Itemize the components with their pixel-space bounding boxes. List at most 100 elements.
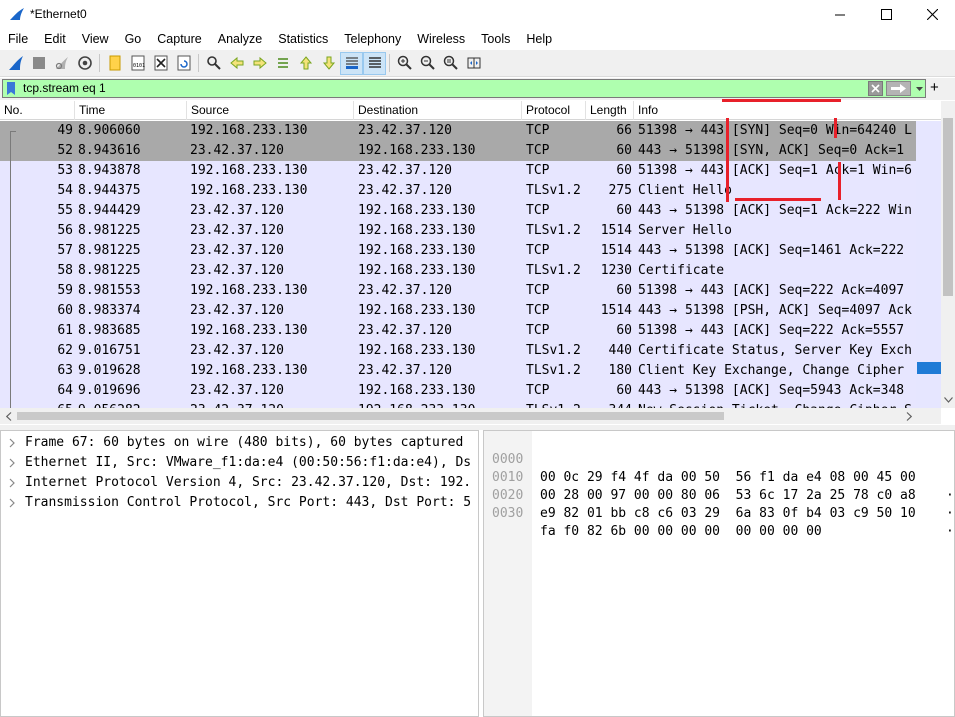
menu-statistics[interactable]: Statistics — [270, 28, 336, 50]
autoscroll-button[interactable] — [340, 51, 363, 75]
menu-view[interactable]: View — [74, 28, 117, 50]
minimize-button[interactable] — [817, 0, 863, 28]
cell-protocol: TLSv1.2 — [526, 223, 581, 238]
save-file-button[interactable]: 0101 — [126, 52, 149, 75]
zoom-in-button[interactable] — [393, 52, 416, 75]
menu-go[interactable]: Go — [117, 28, 150, 50]
apply-filter-icon[interactable] — [886, 81, 911, 96]
close-button[interactable] — [909, 0, 955, 28]
minimize-icon — [834, 14, 845, 15]
close-file-button[interactable] — [149, 52, 172, 75]
detail-row-label: Ethernet II, Src: VMware_f1:da:e4 (00:50… — [25, 455, 472, 470]
clear-filter-icon[interactable] — [868, 81, 883, 96]
packet-row[interactable]: 49 8.906060 192.168.233.130 23.42.37.120 TCP… — [0, 121, 916, 141]
detail-row-tcp[interactable]: Transmission Control Protocol, Src Port:… — [1, 493, 478, 513]
byte-ascii: · — [946, 506, 954, 521]
go-last-button[interactable] — [317, 52, 340, 75]
menu-tools[interactable]: Tools — [473, 28, 518, 50]
byte-row[interactable]: 0010 00 28 00 97 00 00 80 06 53 6c 17 2a… — [484, 451, 954, 521]
scroll-right-arrow[interactable] — [902, 408, 916, 424]
close-file-icon — [154, 55, 167, 71]
column-header-time[interactable]: Time — [75, 101, 187, 120]
detail-row-label: Transmission Control Protocol, Src Port:… — [25, 495, 472, 510]
packet-row[interactable]: 58 8.981225 23.42.37.120 192.168.233.130 TLS… — [0, 261, 916, 281]
capture-options-button[interactable] — [73, 52, 96, 75]
packet-row[interactable]: 55 8.944429 23.42.37.120 192.168.233.130 TCP… — [0, 201, 916, 221]
chevron-right-icon[interactable] — [8, 433, 18, 453]
byte-ascii: · — [946, 488, 954, 503]
zoom-in-icon — [397, 55, 412, 70]
packet-row[interactable]: 62 9.016751 23.42.37.120 192.168.233.130 TLS… — [0, 341, 916, 361]
stop-capture-button[interactable] — [27, 52, 50, 75]
reload-file-button[interactable] — [172, 52, 195, 75]
column-header-info[interactable]: Info — [634, 101, 941, 120]
menu-analyze[interactable]: Analyze — [210, 28, 270, 50]
cell-length: 60 — [616, 203, 632, 218]
open-file-button[interactable] — [103, 52, 126, 75]
cell-protocol: TLSv1.2 — [526, 263, 581, 278]
cell-destination: 192.168.233.130 — [358, 303, 476, 318]
packet-row[interactable]: 63 9.019628 192.168.233.130 23.42.37.120 TLS… — [0, 361, 916, 381]
column-header-destination[interactable]: Destination — [354, 101, 522, 120]
packet-list: No. Time Source Destination Protocol Len… — [0, 101, 955, 425]
cell-source: 23.42.37.120 — [190, 223, 284, 238]
restart-capture-button[interactable] — [50, 52, 73, 75]
find-packet-button[interactable] — [202, 52, 225, 75]
packet-row[interactable]: 56 8.981225 23.42.37.120 192.168.233.130 TLS… — [0, 221, 916, 241]
cell-destination: 23.42.37.120 — [358, 323, 452, 338]
menu-edit[interactable]: Edit — [36, 28, 74, 50]
byte-row[interactable]: 0000 00 0c 29 f4 4f da 00 50 56 f1 da e4… — [484, 433, 954, 503]
column-header-source[interactable]: Source — [187, 101, 354, 120]
packet-row[interactable]: 53 8.943878 192.168.233.130 23.42.37.120 TCP… — [0, 161, 916, 181]
zoom-normal-button[interactable] — [439, 52, 462, 75]
menu-file[interactable]: File — [0, 28, 36, 50]
display-filter-input[interactable] — [23, 80, 843, 97]
packet-row[interactable]: 61 8.983685 192.168.233.130 23.42.37.120 TCP… — [0, 321, 916, 341]
vertical-scroll-thumb[interactable] — [943, 118, 953, 296]
toolbar-separator — [99, 54, 100, 72]
menu-capture[interactable]: Capture — [149, 28, 209, 50]
zoom-out-button[interactable] — [416, 52, 439, 75]
column-header-no[interactable]: No. — [0, 101, 75, 120]
cell-destination: 23.42.37.120 — [358, 283, 452, 298]
chevron-left-icon — [6, 411, 12, 421]
packet-list-header: No. Time Source Destination Protocol Len… — [0, 101, 955, 120]
go-to-packet-button[interactable] — [271, 52, 294, 75]
add-filter-button[interactable]: + — [930, 80, 939, 96]
detail-row-frame[interactable]: Frame 67: 60 bytes on wire (480 bits), 6… — [1, 433, 478, 453]
menu-telephony[interactable]: Telephony — [336, 28, 409, 50]
maximize-button[interactable] — [863, 0, 909, 28]
cell-length: 60 — [616, 283, 632, 298]
cell-protocol: TCP — [526, 243, 550, 258]
cell-destination: 23.42.37.120 — [358, 183, 452, 198]
detail-row-ipv4[interactable]: Internet Protocol Version 4, Src: 23.42.… — [1, 473, 478, 493]
cell-time: 8.981225 — [78, 243, 141, 258]
packet-row[interactable]: 52 8.943616 23.42.37.120 192.168.233.130 TCP… — [0, 141, 916, 161]
column-header-protocol[interactable]: Protocol — [522, 101, 586, 120]
packet-row[interactable]: 60 8.983374 23.42.37.120 192.168.233.130 TCP… — [0, 301, 916, 321]
colorize-button[interactable] — [363, 51, 386, 75]
menu-wireless[interactable]: Wireless — [409, 28, 473, 50]
scroll-down-arrow[interactable] — [941, 392, 955, 408]
packet-row[interactable]: 57 8.981225 23.42.37.120 192.168.233.130 TCP… — [0, 241, 916, 261]
chevron-right-icon[interactable] — [8, 493, 18, 513]
detail-row-ethernet[interactable]: Ethernet II, Src: VMware_f1:da:e4 (00:50… — [1, 453, 478, 473]
menu-help[interactable]: Help — [518, 28, 560, 50]
column-header-length[interactable]: Length — [586, 101, 634, 120]
chevron-right-icon[interactable] — [8, 453, 18, 473]
chevron-down-icon[interactable] — [914, 82, 925, 95]
go-first-button[interactable] — [294, 52, 317, 75]
horizontal-scroll-thumb[interactable] — [17, 412, 724, 420]
resize-columns-button[interactable] — [462, 52, 485, 75]
scroll-left-arrow[interactable] — [2, 408, 16, 424]
start-capture-button[interactable] — [4, 52, 27, 75]
cell-source: 23.42.37.120 — [190, 343, 284, 358]
chevron-right-icon[interactable] — [8, 473, 18, 493]
bookmark-icon[interactable] — [6, 82, 16, 95]
byte-row[interactable]: 0020 e9 82 01 bb c8 c6 03 29 6a 83 0f b4… — [484, 469, 954, 539]
go-back-button[interactable] — [225, 52, 248, 75]
packet-row[interactable]: 59 8.981553 192.168.233.130 23.42.37.120 TCP… — [0, 281, 916, 301]
byte-row[interactable]: 0030 fa f0 82 6b 00 00 00 00 00 00 00 00 — [484, 487, 822, 539]
packet-row[interactable]: 64 9.019696 23.42.37.120 192.168.233.130 TCP… — [0, 381, 916, 401]
go-forward-button[interactable] — [248, 52, 271, 75]
